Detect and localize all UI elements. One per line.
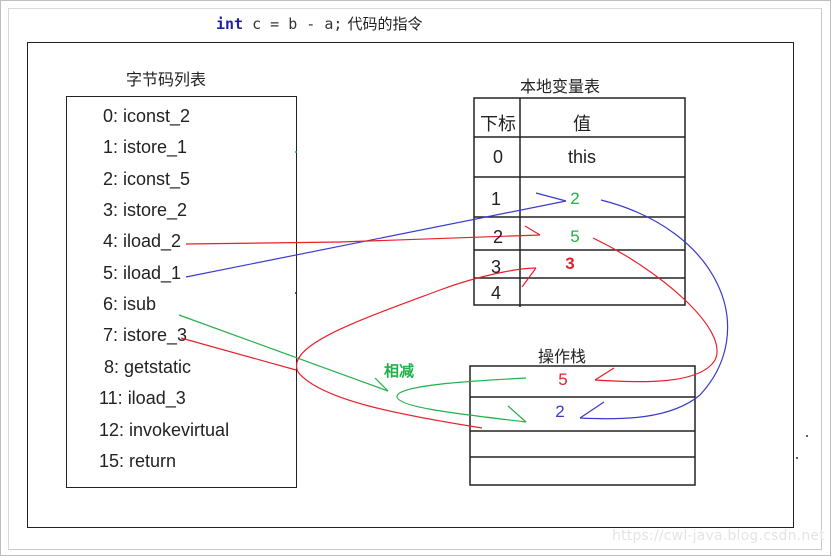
subtract-annotation: 相减 — [384, 362, 415, 380]
operand-stack-border — [469, 365, 696, 486]
table-cell-index: 1 — [490, 189, 501, 209]
arrow-line — [178, 314, 389, 392]
arrowhead — [535, 192, 567, 202]
table-header-value: 值 — [573, 114, 591, 134]
table-cell-index: 3 — [490, 257, 501, 277]
arrowhead — [579, 401, 605, 419]
table-cell-index: 0 — [492, 147, 503, 167]
arrowhead — [524, 225, 541, 236]
watermark: https://cwl-java.blog.csdn.net — [612, 528, 825, 544]
stack-slot: 5 — [558, 370, 568, 389]
table-cell-index: 4 — [490, 283, 501, 303]
arrow-line — [579, 199, 729, 420]
arrow-local2-to-stack — [592, 237, 718, 383]
arrowhead — [594, 367, 615, 381]
table-cell-index: 2 — [492, 227, 503, 247]
diagram-lines — [178, 97, 808, 486]
table-cell-value: this — [567, 147, 596, 167]
stack-slot: 2 — [555, 402, 565, 421]
diagram-canvas: int c = b - a; 代码的指令 字节码列表 0: iconst_2 1… — [0, 0, 831, 556]
operand-stack-grid — [469, 365, 696, 486]
arrow-line — [180, 337, 297, 371]
arrow-line — [592, 237, 718, 383]
arrow-isub-subtract — [178, 314, 527, 423]
table-header-index: 下标 — [480, 114, 516, 134]
subtract-loop — [396, 377, 527, 423]
table-cell-value: 2 — [570, 189, 580, 208]
table-cell-value: 5 — [570, 227, 580, 246]
arrow-local1-to-stack — [579, 199, 729, 420]
table-cell-value: 3 — [565, 254, 575, 273]
